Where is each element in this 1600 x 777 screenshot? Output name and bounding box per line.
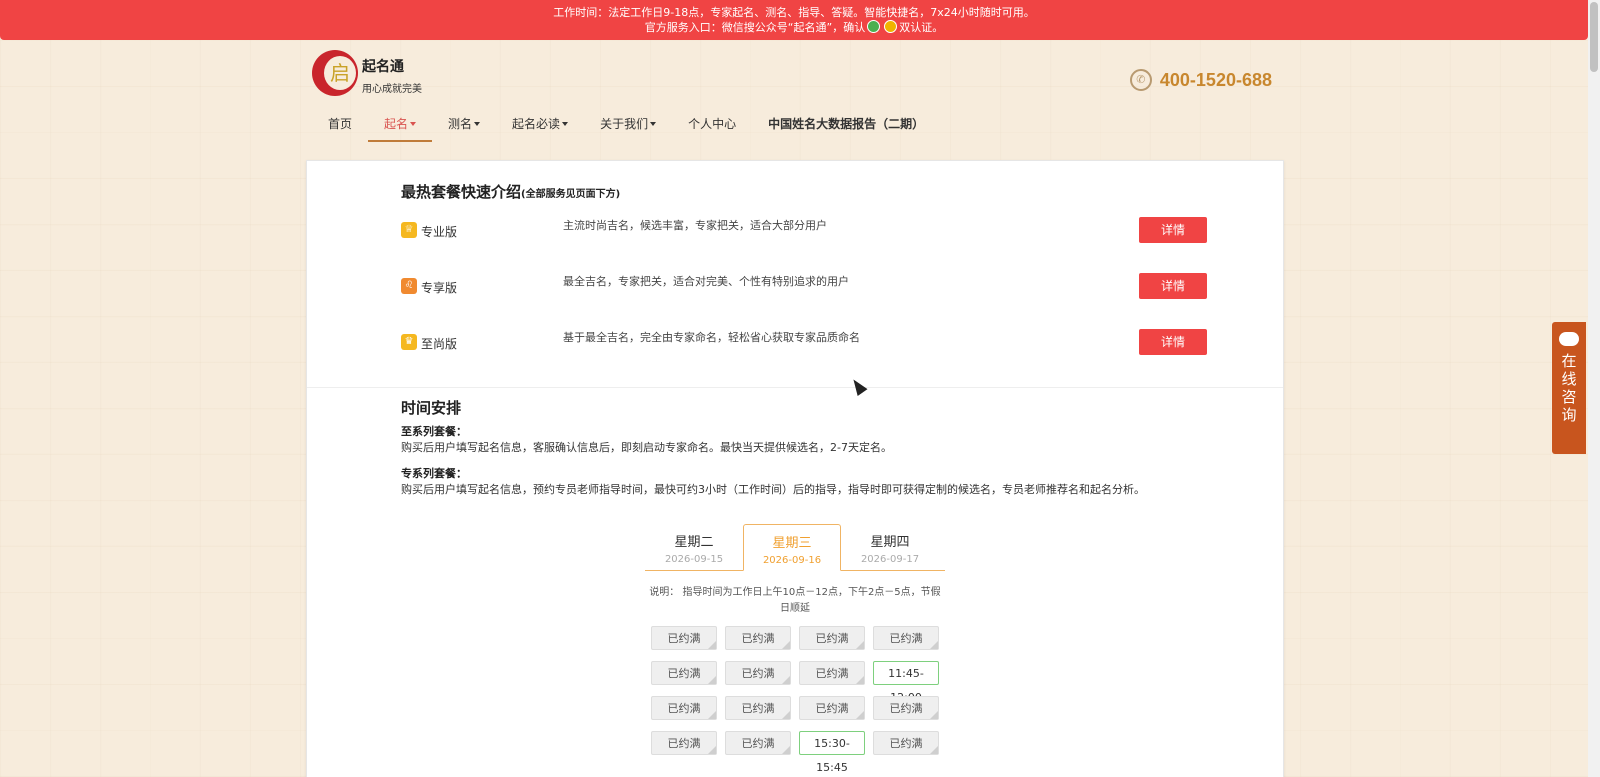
package-name: 至尚版	[421, 337, 458, 351]
notice-line-2-prefix: 官方服务入口：微信搜公众号“起名通”，确认	[644, 21, 866, 34]
crown-icon: ♛	[401, 334, 417, 350]
nav-label: 关于我们	[600, 117, 649, 131]
time-slot-full: 已约满	[873, 626, 939, 650]
zhi-series-text: 购买后用户填写起名信息，客服确认信息后，即刻启动专家命名。最快当天提供候选名，2…	[401, 441, 892, 454]
time-slot-full: 已约满	[799, 626, 865, 650]
time-slot-full: 已约满	[873, 696, 939, 720]
packages-title-text: 最热套餐快速介绍	[401, 183, 522, 201]
scrollbar-thumb[interactable]	[1590, 2, 1598, 72]
notice-line-1: 工作时间：法定工作日9-18点，专家起名、测名、指导、答疑。智能快捷名，7x24…	[553, 6, 1035, 19]
main-card: 最热套餐快速介绍(全部服务见页面下方) ♕ 专业版 主流时尚吉名，候选丰富，专家…	[306, 160, 1284, 777]
package-name: 专享版	[421, 281, 458, 295]
nav-label: 测名	[448, 117, 473, 131]
package-desc: 基于最全吉名，完全由专家命名，轻松省心获取专家品质命名	[563, 331, 860, 344]
detail-button[interactable]: 详情	[1139, 217, 1207, 243]
day-name: 星期二	[674, 535, 714, 550]
package-name: 专业版	[421, 225, 458, 239]
notice-line-2: 官方服务入口：微信搜公众号“起名通”，确认 双认证。	[0, 20, 1588, 35]
caret-down-icon	[410, 122, 417, 126]
phone-icon: ✆	[1129, 69, 1152, 91]
packages-title-note: (全部服务见页面下方)	[521, 189, 621, 200]
online-consult-button[interactable]: 在线咨询	[1552, 322, 1586, 454]
detail-button[interactable]: 详情	[1139, 329, 1207, 355]
zhi-series-title: 至系列套餐：	[401, 425, 467, 438]
main-nav: 首页 起名 测名 起名必读 关于我们 个人中心 中国姓名大数据报告（二期）	[312, 108, 940, 142]
time-slot-full: 已约满	[725, 626, 791, 650]
section-divider	[307, 387, 1283, 388]
nav-label: 起名必读	[512, 117, 561, 131]
time-slot-full: 已约满	[799, 696, 865, 720]
consult-label: 在线咨询	[1561, 352, 1577, 424]
nav-item-name-test[interactable]: 测名	[432, 108, 496, 140]
day-date: 2026-09-16	[762, 555, 822, 566]
time-slot-full: 已约满	[873, 731, 939, 755]
tab-tuesday[interactable]: 星期二 2026-09-15	[645, 524, 743, 570]
nav-item-report[interactable]: 中国姓名大数据报告（二期）	[752, 108, 940, 140]
nav-item-must-read[interactable]: 起名必读	[496, 108, 584, 140]
packages-title: 最热套餐快速介绍(全部服务见页面下方)	[401, 181, 620, 202]
site-logo[interactable]: 启 起名通 用心成就完美	[312, 50, 432, 98]
nav-item-about[interactable]: 关于我们	[584, 108, 672, 140]
nav-item-home[interactable]: 首页	[312, 108, 368, 140]
package-desc: 主流时尚吉名，候选丰富，专家把关，适合大部分用户	[563, 219, 827, 232]
time-slot-full: 已约满	[651, 696, 717, 720]
detail-button[interactable]: 详情	[1139, 273, 1207, 299]
hotline: ✆ 400-1520-688	[1129, 68, 1272, 92]
nav-label: 首页	[328, 117, 353, 131]
zhuan-series-text: 购买后用户填写起名信息，预约专员老师指导时间，最快可约3小时（工作时间）后的指导…	[401, 483, 1145, 496]
caret-down-icon	[562, 122, 569, 126]
nav-item-user-center[interactable]: 个人中心	[672, 108, 752, 140]
lion-icon: ♌	[401, 278, 417, 294]
package-row-pro: ♕ 专业版 主流时尚吉名，候选丰富，专家把关，适合大部分用户 详情	[401, 217, 1207, 247]
package-row-exclusive: ♌ 专享版 最全吉名，专家把关，适合对完美、个性有特别追求的用户 详情	[401, 273, 1207, 303]
page-scrollbar[interactable]	[1588, 0, 1600, 777]
time-slot-full: 已约满	[725, 696, 791, 720]
schedule-note: 说明： 指导时间为工作日上午10点－12点，下午2点－5点，节假日顺延	[649, 587, 941, 614]
time-slot-available[interactable]: 11:45-12:00	[873, 661, 939, 704]
time-slot-available[interactable]: 15:30-15:45	[799, 731, 865, 774]
logo-slogan: 用心成就完美	[362, 84, 422, 95]
tab-thursday[interactable]: 星期四 2026-09-17	[841, 524, 939, 570]
caret-down-icon	[650, 122, 657, 126]
package-desc: 最全吉名，专家把关，适合对完美、个性有特别追求的用户	[563, 275, 849, 288]
schedule-title: 时间安排	[401, 399, 462, 417]
nav-label: 个人中心	[688, 117, 737, 131]
day-name: 星期四	[870, 535, 910, 550]
time-slot-full: 已约满	[651, 626, 717, 650]
logo-mark-glyph: 启	[324, 56, 356, 90]
caret-down-icon	[474, 122, 481, 126]
tab-wednesday[interactable]: 星期三 2026-09-16	[743, 524, 841, 571]
day-tabs: 星期二 2026-09-15 星期三 2026-09-16 星期四 2026-0…	[645, 524, 945, 571]
nav-label: 起名	[384, 117, 409, 131]
nav-label: 中国姓名大数据报告（二期）	[768, 117, 925, 131]
nav-item-naming[interactable]: 起名	[368, 108, 433, 142]
logo-name: 起名通	[362, 59, 404, 75]
package-row-supreme: ♛ 至尚版 基于最全吉名，完全由专家命名，轻松省心获取专家品质命名 详情	[401, 329, 1207, 359]
time-slot-full: 已约满	[725, 661, 791, 685]
day-date: 2026-09-15	[664, 554, 724, 565]
time-slot-full: 已约满	[651, 661, 717, 685]
crown-icon: ♕	[401, 222, 417, 238]
time-slot-full: 已约满	[799, 661, 865, 685]
zhuan-series-title: 专系列套餐：	[401, 467, 467, 480]
chat-bubble-icon	[1559, 332, 1579, 346]
green-shield-icon	[867, 20, 881, 33]
notice-line-2-suffix: 双认证。	[899, 21, 944, 34]
notice-bar: 工作时间：法定工作日9-18点，专家起名、测名、指导、答疑。智能快捷名，7x24…	[0, 0, 1588, 40]
logo-mark-icon: 启	[312, 50, 358, 96]
time-slot-full: 已约满	[651, 731, 717, 755]
day-date: 2026-09-17	[860, 554, 920, 565]
gold-shield-icon	[884, 20, 898, 33]
time-slot-full: 已约满	[725, 731, 791, 755]
phone-number: 400-1520-688	[1159, 69, 1272, 90]
day-name: 星期三	[772, 536, 812, 551]
site-header: 启 起名通 用心成就完美 ✆ 400-1520-688 首页 起名 测名 起名必…	[312, 48, 1272, 146]
